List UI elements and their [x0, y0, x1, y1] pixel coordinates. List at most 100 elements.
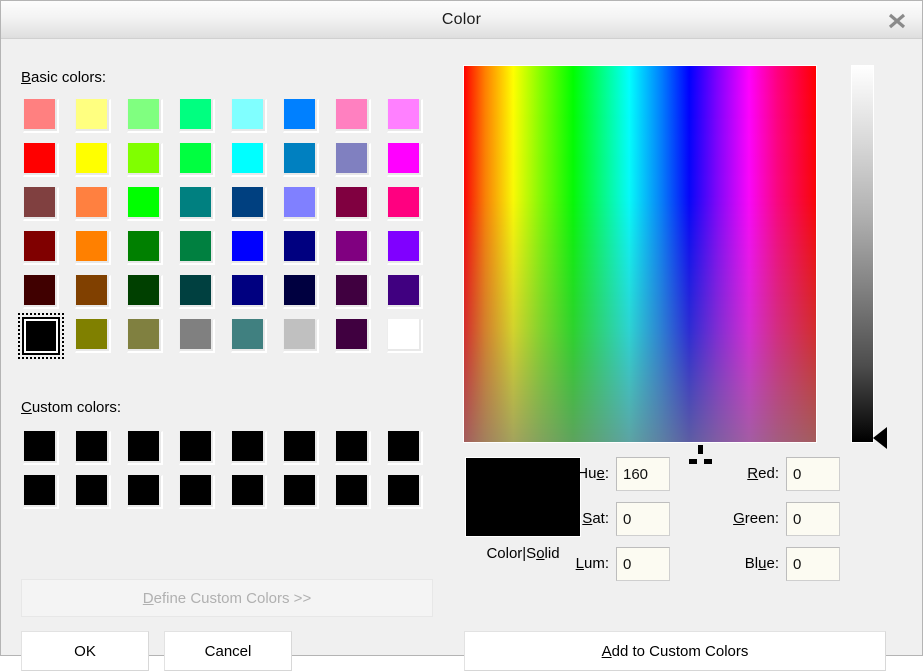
color-swatch[interactable]	[73, 473, 113, 511]
color-swatch[interactable]	[385, 229, 425, 267]
color-swatch[interactable]	[281, 141, 321, 179]
color-swatch[interactable]	[333, 141, 373, 179]
swatch-color	[336, 431, 367, 461]
saturation-gradient-layer	[464, 66, 816, 442]
color-swatch[interactable]	[125, 429, 165, 467]
color-swatch[interactable]	[177, 141, 217, 179]
swatch-color	[284, 275, 315, 305]
swatch-color	[76, 231, 107, 261]
color-swatch[interactable]	[281, 473, 321, 511]
color-swatch[interactable]	[177, 229, 217, 267]
color-swatch[interactable]	[281, 97, 321, 135]
swatch-color	[284, 319, 315, 349]
color-spectrum-canvas[interactable]	[464, 66, 816, 442]
basic-colors-label-text: asic colors:	[31, 69, 106, 86]
color-swatch[interactable]	[21, 429, 61, 467]
color-swatch[interactable]	[281, 273, 321, 311]
swatch-color	[180, 231, 211, 261]
color-swatch[interactable]	[125, 273, 165, 311]
color-spectrum[interactable]	[463, 65, 817, 443]
color-swatch[interactable]	[333, 429, 373, 467]
color-swatch[interactable]	[177, 317, 217, 355]
color-swatch[interactable]	[125, 185, 165, 223]
ok-button[interactable]: OK	[21, 631, 149, 671]
color-swatch[interactable]	[125, 473, 165, 511]
color-swatch[interactable]	[229, 185, 269, 223]
swatch-color	[232, 187, 263, 217]
define-custom-colors-button[interactable]: Define Custom Colors >>	[21, 579, 433, 617]
color-swatch[interactable]	[125, 97, 165, 135]
color-swatch[interactable]	[21, 229, 61, 267]
color-swatch[interactable]	[73, 317, 113, 355]
swatch-color	[388, 231, 419, 261]
swatch-color	[128, 275, 159, 305]
close-icon[interactable]	[884, 10, 910, 32]
color-swatch[interactable]	[333, 273, 373, 311]
color-swatch[interactable]	[21, 141, 61, 179]
color-swatch[interactable]	[385, 273, 425, 311]
green-input[interactable]	[786, 502, 840, 536]
swatch-color	[180, 319, 211, 349]
swatch-color	[24, 475, 55, 505]
color-swatch[interactable]	[21, 97, 61, 135]
color-swatch[interactable]	[21, 317, 61, 355]
swatch-color	[284, 187, 315, 217]
color-swatch[interactable]	[125, 229, 165, 267]
color-swatch[interactable]	[177, 273, 217, 311]
color-swatch[interactable]	[333, 185, 373, 223]
swatch-color	[336, 275, 367, 305]
hue-input[interactable]	[616, 457, 670, 491]
color-swatch[interactable]	[229, 473, 269, 511]
cancel-button[interactable]: Cancel	[164, 631, 292, 671]
color-swatch[interactable]	[281, 317, 321, 355]
add-to-custom-colors-button[interactable]: Add to Custom Colors	[464, 631, 886, 671]
color-swatch[interactable]	[229, 229, 269, 267]
color-swatch[interactable]	[73, 97, 113, 135]
color-swatch[interactable]	[177, 473, 217, 511]
lum-input[interactable]	[616, 547, 670, 581]
luminance-slider[interactable]	[851, 65, 874, 443]
sat-input[interactable]	[616, 502, 670, 536]
color-swatch[interactable]	[385, 473, 425, 511]
color-swatch[interactable]	[229, 273, 269, 311]
color-swatch[interactable]	[21, 185, 61, 223]
color-swatch[interactable]	[73, 273, 113, 311]
color-swatch[interactable]	[229, 317, 269, 355]
color-swatch[interactable]	[21, 273, 61, 311]
color-swatch[interactable]	[385, 429, 425, 467]
red-input[interactable]	[786, 457, 840, 491]
color-swatch[interactable]	[281, 229, 321, 267]
color-swatch[interactable]	[385, 141, 425, 179]
color-swatch[interactable]	[281, 185, 321, 223]
color-swatch[interactable]	[333, 97, 373, 135]
color-swatch[interactable]	[229, 429, 269, 467]
color-swatch[interactable]	[73, 185, 113, 223]
color-swatch[interactable]	[333, 317, 373, 355]
color-swatch[interactable]	[229, 97, 269, 135]
swatch-color	[284, 99, 315, 129]
color-swatch[interactable]	[73, 429, 113, 467]
color-swatch[interactable]	[177, 429, 217, 467]
color-swatch[interactable]	[281, 429, 321, 467]
swatch-color	[232, 143, 263, 173]
color-swatch[interactable]	[229, 141, 269, 179]
custom-colors-accel: C	[21, 399, 32, 416]
swatch-color	[232, 231, 263, 261]
color-swatch[interactable]	[177, 185, 217, 223]
color-swatch[interactable]	[385, 185, 425, 223]
swatch-color	[76, 319, 107, 349]
color-swatch[interactable]	[333, 473, 373, 511]
color-swatch[interactable]	[385, 97, 425, 135]
color-swatch[interactable]	[21, 473, 61, 511]
color-swatch[interactable]	[125, 317, 165, 355]
color-swatch[interactable]	[177, 97, 217, 135]
color-swatch[interactable]	[73, 229, 113, 267]
color-swatch[interactable]	[73, 141, 113, 179]
hue-label: Hue:	[561, 465, 609, 482]
spectrum-crosshair-cursor[interactable]	[689, 445, 712, 468]
color-swatch[interactable]	[125, 141, 165, 179]
color-swatch[interactable]	[333, 229, 373, 267]
luminance-slider-arrow-icon[interactable]	[873, 427, 887, 449]
color-swatch[interactable]	[385, 317, 425, 355]
blue-input[interactable]	[786, 547, 840, 581]
